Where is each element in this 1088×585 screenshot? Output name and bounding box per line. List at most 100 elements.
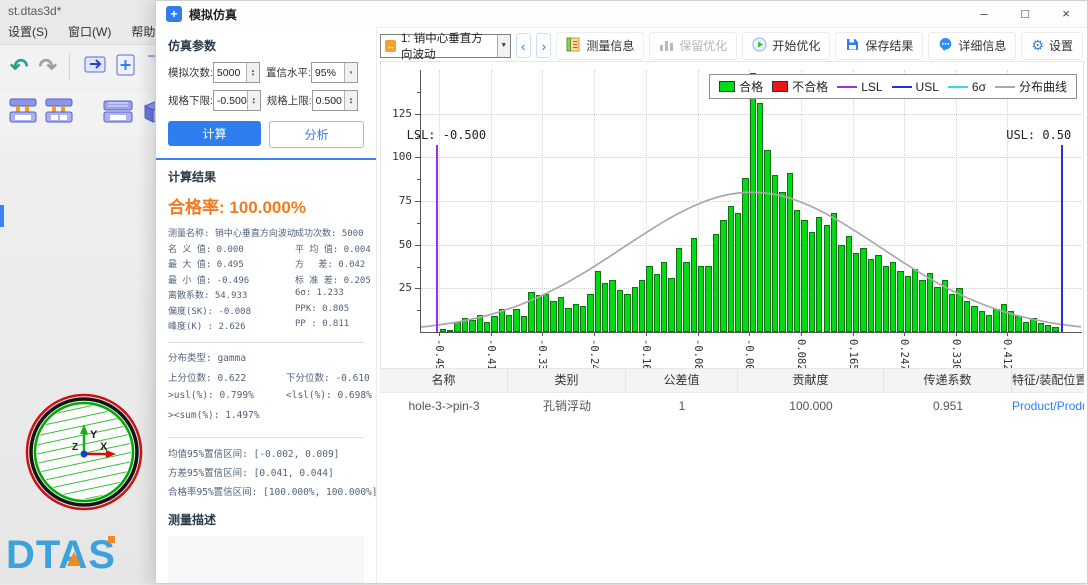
toolbar-button-measure-info[interactable]: 测量信息 bbox=[556, 31, 645, 60]
dialog-icon: + bbox=[166, 6, 182, 22]
toolbar-button-detail-info[interactable]: 详细信息 bbox=[928, 31, 1017, 60]
axis-x-label: X bbox=[100, 441, 108, 453]
histogram-bar bbox=[698, 265, 705, 332]
table-cell: 1 bbox=[678, 398, 686, 413]
toolbar-button-start-optimize[interactable]: 开始优化 bbox=[742, 31, 831, 60]
histogram-bar bbox=[867, 258, 875, 332]
histogram-bar bbox=[631, 286, 638, 332]
histogram-bar bbox=[542, 293, 550, 332]
gridline-v bbox=[439, 70, 441, 332]
table-cell: 100.000 bbox=[789, 398, 833, 413]
histogram-bar bbox=[1015, 316, 1022, 332]
sim-count-input[interactable]: 5000 ▴ ▾ bbox=[212, 62, 260, 83]
calculate-button[interactable]: 计算 bbox=[168, 121, 261, 146]
histogram-bar bbox=[535, 295, 542, 332]
histogram-bar bbox=[579, 305, 587, 332]
spinner-arrows[interactable]: ▴ ▾ bbox=[246, 91, 260, 110]
redo-icon[interactable]: ↷ bbox=[38, 56, 56, 78]
spinner-arrows[interactable]: ▴ ▾ bbox=[246, 63, 259, 82]
histogram-bar bbox=[594, 270, 602, 332]
measurement-icon: ↔ bbox=[385, 39, 396, 52]
undo-icon[interactable]: ↶ bbox=[10, 56, 28, 78]
params-section-title: 仿真参数 bbox=[168, 39, 217, 53]
histogram-bar bbox=[985, 314, 993, 332]
distribution-block: 分布类型: gamma 上分位数: 0.622 >usl(%): 0.799% ><s… bbox=[168, 350, 372, 430]
histogram-bar bbox=[557, 297, 565, 332]
histogram-bar bbox=[941, 279, 948, 332]
prev-measurement-button[interactable]: ‹ bbox=[515, 33, 531, 58]
stat-line: PP : 0.811 bbox=[295, 319, 350, 329]
histogram-chart[interactable]: 25 50 75 100 125 -0.496 -0.413 -0.331 -0.248 -0.1… bbox=[380, 61, 1084, 369]
button-label: 测量信息 bbox=[586, 39, 635, 53]
x-tick-label: 0.247 bbox=[897, 339, 910, 369]
histogram-bar bbox=[764, 150, 771, 332]
minimize-button[interactable]: – bbox=[967, 1, 1001, 27]
assembly-icon-2[interactable] bbox=[44, 97, 74, 130]
legend-label: 6σ bbox=[971, 79, 986, 94]
x-axis-line bbox=[420, 332, 1082, 333]
spinner-arrows[interactable]: ▴ ▾ bbox=[344, 91, 357, 110]
x-tick-label: 0.082 bbox=[794, 339, 807, 369]
dropdown-caret-icon[interactable]: ▼ bbox=[496, 34, 510, 57]
histogram-bar bbox=[734, 213, 742, 332]
select-caret-icon[interactable]: ▾ bbox=[344, 63, 357, 82]
sim-count-label: 模拟次数: bbox=[168, 67, 213, 79]
histogram-bar bbox=[1008, 311, 1015, 332]
histogram-bar bbox=[830, 213, 838, 332]
distribution-line: 上分位数: 0.622 bbox=[168, 372, 247, 384]
pin-hole-model[interactable]: Y X Z bbox=[24, 392, 144, 517]
distribution-line: >usl(%): 0.799% bbox=[168, 389, 254, 401]
feature-position-link[interactable]: Product/Product1/untitle_1_point bbox=[1012, 395, 1084, 418]
lower-spec-input[interactable]: -0.500 ▴ ▾ bbox=[212, 90, 261, 111]
chart-toolbar: ↔ 1: 销中心垂直方向波动 ▼ ‹ › 测量信息 保留优化 开始优化 保存结果 详细信… bbox=[380, 31, 1084, 61]
lsl-label: LSL: -0.500 bbox=[406, 128, 487, 143]
toolbar-button-save-results[interactable]: 保存结果 bbox=[835, 31, 924, 60]
menu-settings[interactable]: 设置(S) bbox=[8, 23, 48, 40]
confidence-line: 合格率95%置信区间: [100.000%, 100.000%] bbox=[168, 486, 377, 498]
assembly-icon-1[interactable] bbox=[8, 97, 38, 130]
toolbar-button-settings[interactable]: ⚙ 设置 bbox=[1021, 31, 1084, 60]
maximize-button[interactable]: □ bbox=[1008, 1, 1042, 27]
x-tick-label: -0.248 bbox=[588, 339, 601, 369]
fixture-icon[interactable] bbox=[102, 97, 134, 130]
x-tick-label: -0.496 bbox=[433, 339, 446, 369]
results-section-title: 计算结果 bbox=[168, 170, 217, 184]
stat-line: 离散系数: 54.933 bbox=[168, 291, 248, 301]
confidence-line: 均值95%置信区间: [-0.002, 0.009] bbox=[168, 448, 340, 460]
histogram-bar bbox=[912, 269, 919, 332]
stat-line: 峰度(K) : 2.626 bbox=[168, 322, 246, 332]
menu-window[interactable]: 窗口(W) bbox=[68, 23, 111, 40]
histogram-bar bbox=[845, 235, 853, 332]
histogram-bar bbox=[439, 328, 447, 332]
distribution-line bbox=[286, 350, 372, 370]
upper-spec-input[interactable]: 0.500 ▴ ▾ bbox=[311, 90, 358, 111]
close-button[interactable]: × bbox=[1049, 1, 1083, 27]
add-document-icon[interactable] bbox=[114, 52, 140, 83]
histogram-bar bbox=[889, 262, 897, 332]
y-tick-label: 125 bbox=[392, 106, 412, 120]
toolbar-button-keep-optimize[interactable]: 保留优化 bbox=[649, 31, 738, 60]
analyze-button[interactable]: 分析 bbox=[269, 121, 364, 148]
table-header-cell: 传递系数 bbox=[884, 369, 1012, 392]
histogram-bar bbox=[638, 279, 646, 332]
measurement-select[interactable]: ↔ 1: 销中心垂直方向波动 ▼ bbox=[380, 33, 511, 61]
legend-label: 分布曲线 bbox=[1018, 80, 1067, 94]
histogram-bar bbox=[786, 173, 793, 332]
histogram-bar bbox=[528, 291, 535, 332]
start-optimize-icon bbox=[752, 37, 767, 55]
distribution-line: 分布类型: gamma bbox=[168, 352, 247, 364]
confidence-level-select[interactable]: 95% ▾ bbox=[310, 62, 358, 83]
export-icon[interactable] bbox=[82, 52, 110, 83]
measure-description-box[interactable] bbox=[168, 535, 364, 583]
usl-label: USL: 0.50 bbox=[1006, 128, 1072, 143]
histogram-bar bbox=[801, 220, 808, 332]
x-tick-label: 0.412 bbox=[1001, 339, 1014, 369]
next-measurement-button[interactable]: › bbox=[536, 33, 552, 58]
histogram-bar bbox=[823, 225, 830, 332]
histogram-bar bbox=[771, 174, 779, 332]
histogram-bar bbox=[668, 277, 675, 332]
table-row[interactable]: hole-3->pin-3 孔销浮动 1 100.000 0.951 Product/Pr… bbox=[380, 393, 1084, 419]
x-tick-label: -0.413 bbox=[485, 339, 498, 369]
y-tick-label: 100 bbox=[392, 150, 412, 164]
table-cell: 0.951 bbox=[932, 398, 964, 413]
